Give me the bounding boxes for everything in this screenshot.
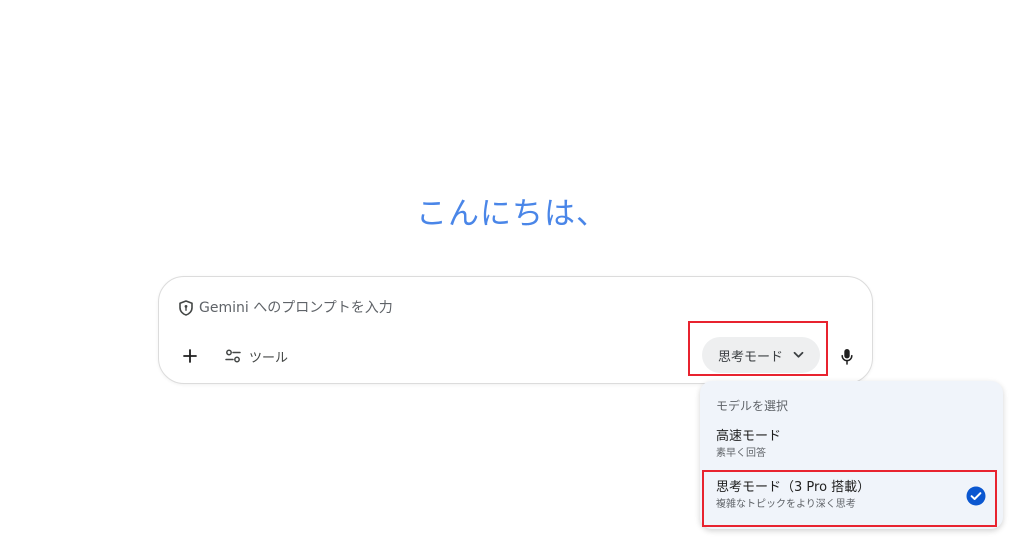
- add-content-button[interactable]: [177, 343, 203, 369]
- microphone-icon: [841, 348, 853, 365]
- annotation-highlight-thinking-item: [702, 470, 997, 527]
- microphone-button[interactable]: [835, 343, 859, 369]
- prompt-row: [179, 297, 759, 319]
- prompt-input[interactable]: [199, 300, 759, 316]
- plus-icon: [183, 349, 197, 363]
- menu-item-fast-mode[interactable]: 高速モード 素早く回答: [700, 429, 1003, 471]
- greeting-heading: こんにちは、: [416, 196, 608, 232]
- menu-item-subtitle: 素早く回答: [716, 448, 766, 459]
- menu-item-title: 高速モード: [716, 429, 782, 444]
- tune-icon: [225, 349, 241, 363]
- tools-label: ツール: [249, 350, 289, 366]
- shield-icon: [179, 300, 193, 316]
- annotation-highlight-mode-button: [688, 321, 828, 376]
- tools-button[interactable]: ツール: [225, 343, 288, 369]
- gemini-home: こんにちは、 ツール: [0, 0, 1024, 549]
- model-menu-header: モデルを選択: [716, 399, 789, 413]
